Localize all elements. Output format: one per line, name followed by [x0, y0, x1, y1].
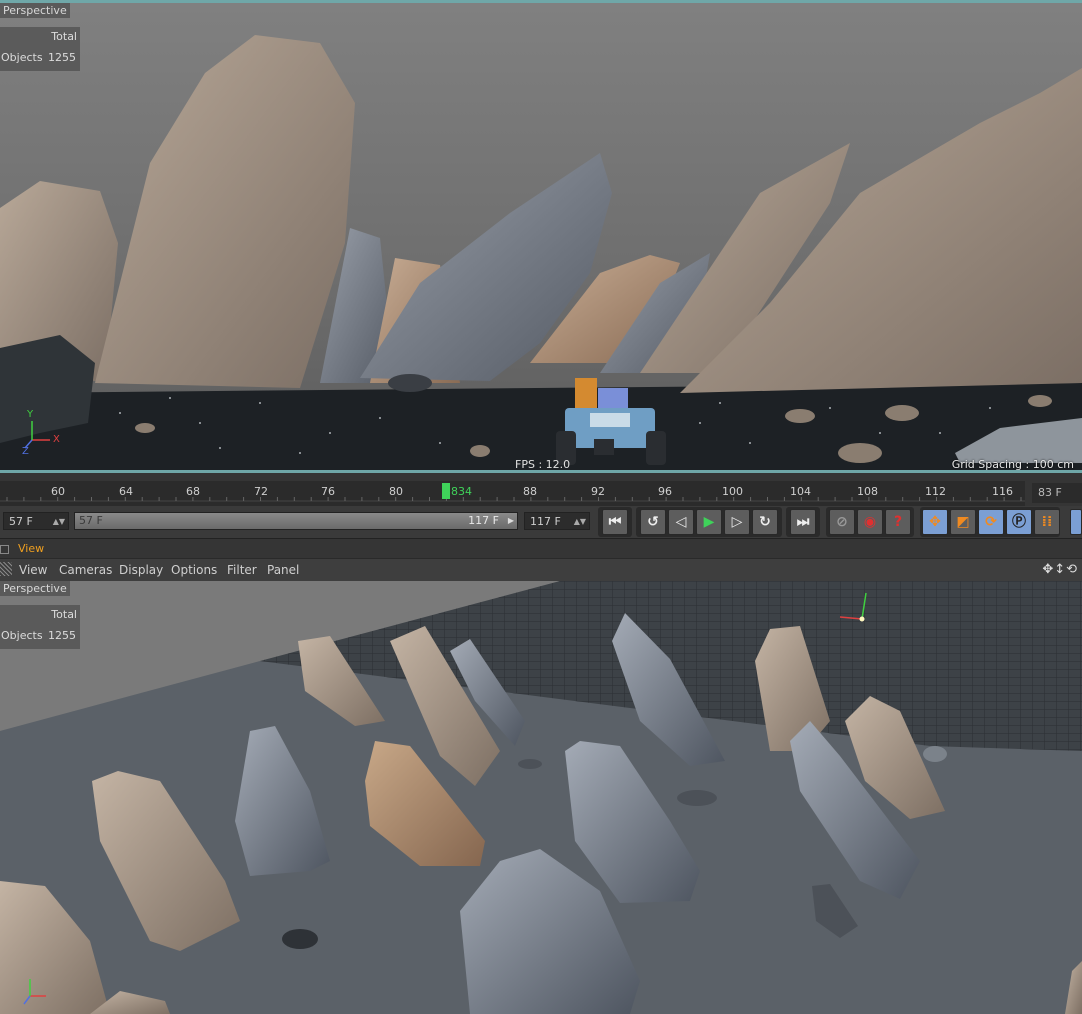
go-to-end-button[interactable]: ⏭: [790, 509, 816, 535]
tick-label: 64: [119, 485, 133, 498]
tick-label: 80: [389, 485, 403, 498]
timeline-panel-button[interactable]: [1070, 509, 1082, 535]
object-count-hud: Total Objects 1255: [0, 605, 80, 649]
rotate-icon: ⟳: [985, 514, 997, 530]
key-pla-button[interactable]: ⁞⁞: [1034, 509, 1060, 535]
grid-spacing-readout: Grid Spacing : 100 cm: [951, 458, 1074, 470]
next-frame-button[interactable]: ▷: [724, 509, 750, 535]
menu-cameras[interactable]: Cameras: [59, 563, 112, 577]
start-frame-value: 57 F: [9, 515, 33, 528]
range-arrow-icon[interactable]: ▶: [508, 513, 514, 529]
next-key-button[interactable]: ↻: [752, 509, 778, 535]
menu-view[interactable]: View: [19, 563, 47, 577]
viewport-menubar: View Cameras Display Options Filter Pane…: [0, 558, 1082, 582]
hud-objects-value: 1255: [48, 629, 76, 642]
timeline[interactable]: 60 64 68 72 76 80 834 88 92 96 100 104 1…: [0, 470, 1082, 507]
tick-label: 60: [51, 485, 65, 498]
next-key-icon: ↻: [759, 514, 771, 530]
record-icon: ◉: [863, 514, 877, 530]
tick-label: 108: [857, 485, 878, 498]
object-count-hud: Total Objects 1255: [0, 27, 80, 71]
timeline-ruler[interactable]: 60 64 68 72 76 80 834 88 92 96 100 104 1…: [0, 481, 1025, 507]
tick-label: 72: [254, 485, 268, 498]
skip-start-icon: ⏮: [608, 514, 622, 530]
frame-range-slider[interactable]: 57 F 117 F ▶: [74, 512, 518, 530]
prev-key-icon: ↺: [647, 514, 659, 530]
hud-objects-value: 1255: [48, 51, 76, 64]
axis-y-label: Y: [27, 409, 34, 420]
question-icon: ?: [893, 514, 903, 530]
transport-bar: 57 F ▲▼ 57 F 117 F ▶ 117 F ▲▼ ⏮ ↺ ◁ ▶ ▷ ↻ …: [0, 506, 1082, 538]
end-frame-value: 117 F: [530, 515, 561, 528]
bottom-viewport-scene: [0, 581, 1082, 1014]
fps-readout: FPS : 12.0: [515, 458, 571, 470]
view-panel-header: View: [0, 538, 1082, 559]
grid-dots-icon: ⁞⁞: [1041, 514, 1053, 530]
menu-display[interactable]: Display: [119, 563, 163, 577]
tick-label: 104: [790, 485, 811, 498]
next-frame-icon: ▷: [731, 514, 743, 530]
range-start-value: 57 F: [79, 514, 103, 527]
axis-x-label: X: [53, 434, 60, 445]
tick-label: 68: [186, 485, 200, 498]
key-rotation-button[interactable]: ⟳: [978, 509, 1004, 535]
record-disabled-button[interactable]: ⊘: [829, 509, 855, 535]
key-parameter-button[interactable]: Ⓟ: [1006, 509, 1032, 535]
start-frame-field[interactable]: 57 F ▲▼: [3, 512, 69, 530]
hud-objects-label: Objects: [1, 51, 43, 64]
tick-label: 96: [658, 485, 672, 498]
stepper-icon[interactable]: ▲▼: [53, 513, 65, 531]
scale-icon: ◩: [956, 514, 970, 530]
tick-label: 88: [523, 485, 537, 498]
autokeying-button[interactable]: ?: [885, 509, 911, 535]
viewport-label[interactable]: Perspective: [0, 3, 70, 18]
play-icon: ▶: [703, 514, 715, 530]
viewport-navigation-icons[interactable]: ✥↕⟲: [1042, 562, 1078, 577]
stepper-icon[interactable]: ▲▼: [574, 513, 586, 531]
hud-total-label: Total: [51, 608, 77, 621]
skip-end-icon: ⏭: [796, 514, 810, 530]
playhead[interactable]: [442, 483, 450, 499]
menu-filter[interactable]: Filter: [227, 563, 257, 577]
key-scale-button[interactable]: ◩: [950, 509, 976, 535]
view-panel-title[interactable]: View: [18, 542, 44, 555]
top-viewport[interactable]: Perspective Total Objects 1255 Y X Z FPS…: [0, 0, 1082, 470]
record-active-objects-button[interactable]: ◉: [857, 509, 883, 535]
hud-total-label: Total: [51, 30, 77, 43]
viewport-label[interactable]: Perspective: [0, 581, 70, 596]
grip-icon[interactable]: [0, 562, 12, 576]
move-icon: ✥: [929, 514, 941, 530]
link-icon: ⊘: [836, 514, 848, 530]
tick-label: 116: [992, 485, 1013, 498]
rock-tall: [95, 35, 355, 388]
go-to-start-button[interactable]: ⏮: [602, 509, 628, 535]
current-frame-field[interactable]: 83 F: [1032, 483, 1082, 503]
menu-panel[interactable]: Panel: [267, 563, 299, 577]
hud-objects-label: Objects: [1, 629, 43, 642]
bottom-viewport[interactable]: Perspective Total Objects 1255: [0, 581, 1082, 1014]
axis-z-label: Z: [22, 446, 29, 457]
panel-collapse-icon[interactable]: [0, 545, 9, 554]
key-position-button[interactable]: ✥: [922, 509, 948, 535]
previous-frame-button[interactable]: ◁: [668, 509, 694, 535]
previous-key-button[interactable]: ↺: [640, 509, 666, 535]
tick-label: 100: [722, 485, 743, 498]
play-button[interactable]: ▶: [696, 509, 722, 535]
end-frame-field[interactable]: 117 F ▲▼: [524, 512, 590, 530]
tick-label: 92: [591, 485, 605, 498]
top-viewport-scene: [0, 35, 1082, 470]
prev-frame-icon: ◁: [675, 514, 687, 530]
range-end-value: 117 F: [468, 514, 499, 527]
parameter-icon: Ⓟ: [1012, 514, 1026, 530]
current-frame-label: 834: [451, 485, 472, 498]
tick-label: 76: [321, 485, 335, 498]
menu-options[interactable]: Options: [171, 563, 217, 577]
tick-label: 112: [925, 485, 946, 498]
